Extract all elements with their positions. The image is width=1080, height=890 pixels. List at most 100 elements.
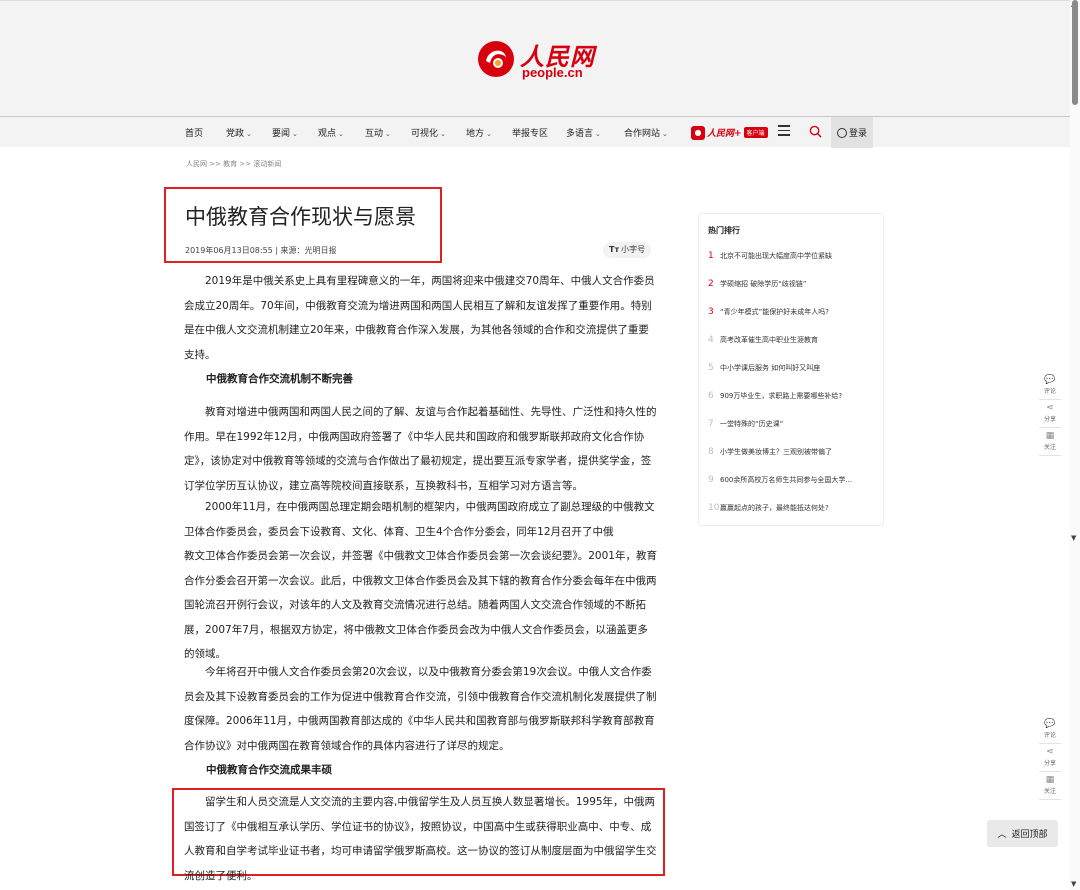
site-header: 人民网 people.cn — [0, 0, 1070, 116]
float-tools-upper: 💬 评论 ⋖ 分享 ▦ 关注 — [1039, 372, 1061, 456]
nav-item-3[interactable]: 观点 ⌄ — [318, 126, 344, 139]
hot-rank-number: 2 — [708, 279, 714, 289]
font-size-label: 小字号 — [621, 245, 646, 254]
chevron-down-icon: ⌄ — [292, 130, 298, 138]
hot-item-text: 中小学课后服务 如何叫好又叫座 — [720, 364, 821, 372]
user-icon — [836, 127, 847, 138]
nav-item-7[interactable]: 举报专区 — [512, 126, 548, 139]
hot-rank-number: 5 — [708, 363, 714, 373]
nav-item-label: 合作网站 — [624, 129, 661, 139]
login-button[interactable]: 登录 — [831, 117, 873, 148]
comment-tool[interactable]: 💬 评论 — [1039, 372, 1061, 400]
search-icon[interactable] — [809, 125, 822, 138]
hot-list-item[interactable]: 8 小学生做美妆博主？三观别被带偏了 — [708, 447, 832, 457]
site-logo[interactable]: 人民网 people.cn — [476, 37, 606, 85]
hot-rank-number: 3 — [708, 307, 714, 317]
comment-icon: 💬 — [1044, 719, 1056, 729]
app-pill: 客户端 — [743, 127, 768, 138]
nav-item-label: 党政 — [226, 129, 245, 139]
scroll-marker-icon: ▼ — [1071, 534, 1077, 542]
follow-icon: ▦ — [1045, 431, 1055, 441]
hot-list-item[interactable]: 10赢赢起点的孩子，最终能抵达何处? — [708, 503, 829, 513]
nav-item-1[interactable]: 党政 ⌄ — [226, 126, 252, 139]
hot-item-text: “青少年模式”能保护好未成年人吗? — [720, 308, 829, 316]
hot-rank-number: 1 — [708, 251, 714, 261]
chevron-down-icon: ⌄ — [486, 130, 492, 138]
chevron-down-icon: ⌄ — [385, 130, 391, 138]
scrollbar[interactable]: ▲ ▼ ▼ — [1070, 0, 1080, 890]
paragraph-3a: 2000年11月，在中俄两国总理定期会晤机制的框架内，中俄两国政府成立了副总理级… — [184, 501, 655, 538]
tool-label: 关注 — [1043, 444, 1056, 451]
tool-label: 分享 — [1043, 760, 1056, 767]
paragraph-4: 今年将召开中俄人文合作委员会第20次会议，以及中俄教育分委会第19次会议。中俄人… — [184, 666, 657, 752]
login-label: 登录 — [848, 129, 867, 139]
paragraph-2: 教育对增进中俄两国和两国人民之间的了解、友谊与合作起着基础性、先导性、广泛性和持… — [184, 406, 657, 492]
follow-tool[interactable]: ▦ 关注 — [1039, 428, 1061, 456]
logo-domain-text: people.cn — [522, 65, 583, 80]
chevron-up-icon: ︿ — [997, 830, 1007, 840]
hot-list-item[interactable]: 2 学硕缩招 破除学历“歧视链” — [708, 279, 806, 289]
hot-item-text: 赢赢起点的孩子，最终能抵达何处? — [720, 504, 829, 512]
hot-item-text: 909万毕业生，求职路上需要哪些补给? — [720, 392, 843, 400]
hot-item-text: 高考改革催生高中职业生涯教育 — [720, 336, 818, 344]
nav-item-label: 观点 — [318, 129, 337, 139]
scrollbar-thumb[interactable] — [1072, 0, 1078, 105]
comment-icon: 💬 — [1044, 375, 1056, 385]
nav-item-label: 首页 — [185, 129, 204, 139]
tool-label: 评论 — [1043, 732, 1056, 739]
scroll-down-arrow-icon[interactable]: ▼ — [1071, 880, 1076, 888]
hot-list-item[interactable]: 1 北京不可能出现大幅度高中学位紧缺 — [708, 251, 832, 261]
main-nav: 首页 党政 ⌄ 要闻 ⌄ 观点 ⌄ 互动 ⌄ 可视化 ⌄ 地方 ⌄ 举报专区 多语言 ⌄ 合作网站 ⌄ ● 人民网… — [0, 116, 1070, 148]
hot-item-text: 600余所高校万名师生共同参与全国大学... — [720, 476, 853, 484]
hot-item-text: 小学生做美妆博主？三观别被带偏了 — [720, 448, 832, 456]
paragraph-1: 2019年是中俄关系史上具有里程碑意义的一年，两国将迎来中俄建交70周年、中俄人… — [184, 275, 655, 361]
hot-list-item[interactable]: 7 一堂特殊的“历史课” — [708, 419, 783, 429]
share-icon: ⋖ — [1046, 747, 1054, 757]
nav-item-label: 地方 — [466, 129, 485, 139]
chevron-down-icon: ⌄ — [440, 130, 446, 138]
subheading-1: 中俄教育合作交流机制不断完善 — [206, 373, 353, 385]
article-title: 中俄教育合作现状与愿景 — [185, 205, 416, 229]
subheading-2: 中俄教育合作交流成果丰硕 — [206, 764, 332, 776]
menu-icon[interactable] — [778, 125, 790, 137]
hot-list-item[interactable]: 3 “青少年模式”能保护好未成年人吗? — [708, 307, 829, 317]
hot-ranking-title: 热门排行 — [708, 226, 740, 235]
font-size-toggle[interactable]: Tт 小字号 — [603, 242, 652, 258]
hot-list-item[interactable]: 9 600余所高校万名师生共同参与全国大学... — [708, 475, 852, 485]
comment-tool[interactable]: 💬 评论 — [1039, 716, 1061, 744]
nav-item-8[interactable]: 多语言 ⌄ — [566, 126, 601, 139]
hot-list-item[interactable]: 6 909万毕业生，求职路上需要哪些补给? — [708, 391, 842, 401]
share-icon: ⋖ — [1046, 403, 1054, 413]
chevron-down-icon: ⌄ — [246, 130, 252, 138]
app-name: 人民网+ — [707, 129, 742, 139]
nav-item-2[interactable]: 要闻 ⌄ — [272, 126, 298, 139]
paragraph-3b: 教文卫体合作委员会第一次会议，并签署《中俄教文卫体合作委员会第一次会谈纪要》。2… — [184, 550, 657, 660]
people-logo-icon — [478, 41, 514, 77]
share-tool[interactable]: ⋖ 分享 — [1039, 744, 1061, 772]
hot-list-item[interactable]: 5 中小学课后服务 如何叫好又叫座 — [708, 363, 820, 373]
follow-tool[interactable]: ▦ 关注 — [1039, 772, 1061, 800]
hot-item-text: 一堂特殊的“历史课” — [720, 420, 784, 428]
share-tool[interactable]: ⋖ 分享 — [1039, 400, 1061, 428]
chevron-down-icon: ⌄ — [595, 130, 601, 138]
nav-item-9[interactable]: 合作网站 ⌄ — [624, 126, 668, 139]
hot-list-item[interactable]: 4 高考改革催生高中职业生涯教育 — [708, 335, 818, 345]
nav-item-0[interactable]: 首页 — [185, 126, 203, 139]
follow-icon: ▦ — [1045, 775, 1055, 785]
back-to-top-button[interactable]: ︿ 返回顶部 — [987, 820, 1058, 847]
nav-item-6[interactable]: 地方 ⌄ — [466, 126, 492, 139]
breadcrumb[interactable]: 人民网 >> 教育 >> 滚动新闻 — [186, 159, 281, 169]
nav-item-4[interactable]: 互动 ⌄ — [365, 126, 391, 139]
article-meta: 2019年06月13日08:55 | 来源：光明日报 — [185, 246, 337, 255]
nav-item-label: 要闻 — [272, 129, 291, 139]
app-logo-icon: ● — [691, 125, 705, 140]
hot-rank-number: 7 — [708, 419, 714, 429]
font-size-icon: Tт — [609, 245, 620, 254]
hot-item-text: 学硕缩招 破除学历“歧视链” — [720, 280, 807, 288]
tool-label: 评论 — [1043, 388, 1056, 395]
paragraph-5: 留学生和人员交流是人文交流的主要内容,中俄留学生及人员互换人数显著增长。1995… — [184, 796, 657, 882]
hot-rank-number: 6 — [708, 391, 714, 401]
app-badge[interactable]: ● 人民网+ 客户端 — [691, 125, 768, 140]
nav-item-5[interactable]: 可视化 ⌄ — [411, 126, 446, 139]
tool-label: 分享 — [1043, 416, 1056, 423]
